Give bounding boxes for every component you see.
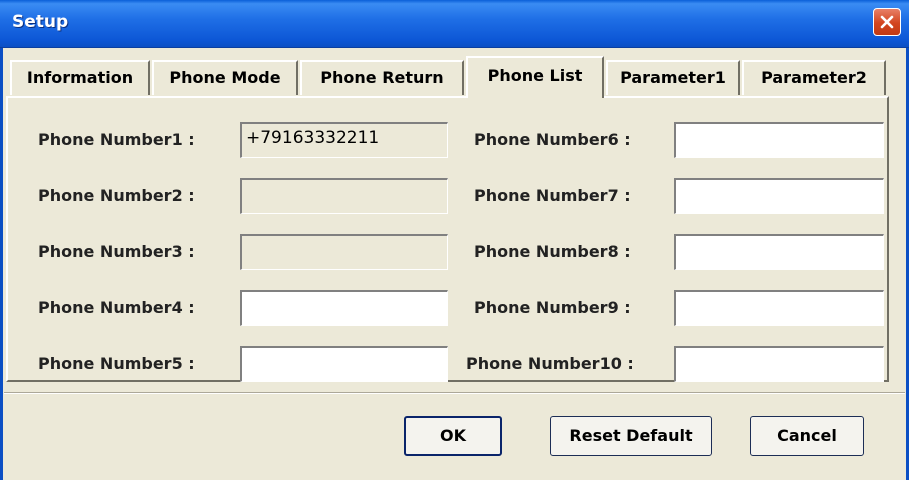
phone-number-4-field[interactable] <box>240 290 448 326</box>
tab-phone-mode[interactable]: Phone Mode <box>152 60 298 95</box>
phone-number-4-label: Phone Number4 : <box>38 298 195 317</box>
tab-phone-return[interactable]: Phone Return <box>300 60 464 95</box>
phone-number-3-label: Phone Number3 : <box>38 242 195 261</box>
tab-information[interactable]: Information <box>10 60 150 95</box>
phone-number-7-label: Phone Number7 : <box>474 186 631 205</box>
phone-number-6-field[interactable] <box>674 122 884 158</box>
phone-number-1-field[interactable]: +79163332211 <box>240 122 448 158</box>
phone-number-8-label: Phone Number8 : <box>474 242 631 261</box>
phone-number-6-label: Phone Number6 : <box>474 130 631 149</box>
tab-phone-list[interactable]: Phone List <box>466 56 604 98</box>
window-frame-left <box>0 48 3 480</box>
setup-dialog: Setup Information Phone Mode Phone Retur… <box>0 0 909 480</box>
phone-number-5-field[interactable] <box>240 346 448 382</box>
phone-number-2-label: Phone Number2 : <box>38 186 195 205</box>
reset-default-button[interactable]: Reset Default <box>550 416 712 456</box>
title-bar[interactable]: Setup <box>0 0 909 48</box>
phone-number-3-field[interactable] <box>240 234 448 270</box>
phone-number-9-field[interactable] <box>674 290 884 326</box>
phone-number-5-label: Phone Number5 : <box>38 354 195 373</box>
phone-number-10-label: Phone Number10 : <box>466 354 634 373</box>
phone-number-9-label: Phone Number9 : <box>474 298 631 317</box>
cancel-button[interactable]: Cancel <box>750 416 864 456</box>
phone-number-7-field[interactable] <box>674 178 884 214</box>
phone-number-10-field[interactable] <box>674 346 884 382</box>
button-separator <box>4 392 905 394</box>
close-button[interactable] <box>873 8 901 36</box>
tab-parameter1[interactable]: Parameter1 <box>606 60 740 95</box>
ok-button[interactable]: OK <box>404 416 502 456</box>
window-title: Setup <box>12 12 69 32</box>
phone-number-8-field[interactable] <box>674 234 884 270</box>
phone-number-2-field[interactable] <box>240 178 448 214</box>
close-icon <box>880 15 894 29</box>
phone-number-1-label: Phone Number1 : <box>38 130 195 149</box>
tab-parameter2[interactable]: Parameter2 <box>742 60 886 95</box>
